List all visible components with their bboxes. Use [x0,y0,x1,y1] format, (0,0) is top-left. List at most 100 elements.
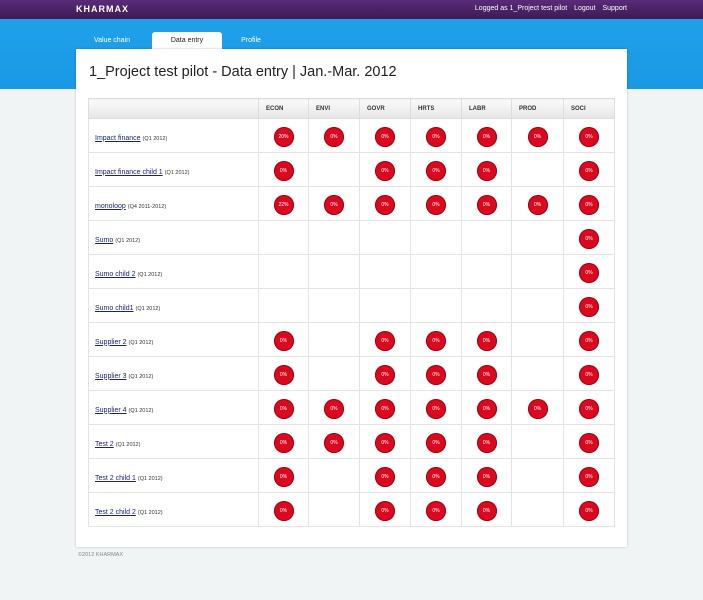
score-cell-hrts: 0% [410,458,462,493]
score-badge[interactable]: 0% [375,466,395,487]
score-badge[interactable]: 0% [476,398,497,419]
score-cell-hrts [410,254,462,289]
score-badge[interactable]: 0% [579,398,599,419]
score-badge[interactable]: 0% [579,194,599,215]
score-badge[interactable]: 0% [273,432,294,453]
score-badge[interactable]: 0% [579,330,599,351]
score-badge[interactable]: 0% [375,398,395,419]
header-econ[interactable]: ECON [258,98,309,119]
score-badge[interactable]: 0% [426,466,446,487]
project-link[interactable]: Sumo child1 [95,305,134,312]
score-cell-prod: 0% [511,186,564,221]
project-link[interactable]: Test 2 [95,441,114,448]
header-prod[interactable]: PROD [511,98,564,119]
project-link[interactable]: Impact finance child 1 [95,169,163,176]
score-cell-prod [511,220,564,255]
score-badge[interactable]: 0% [273,398,294,419]
header-govr[interactable]: GOVR [359,98,411,119]
project-link[interactable]: Sumo [95,237,113,244]
score-cell-econ [258,254,309,289]
tab-data-entry[interactable]: Data entry [152,32,222,49]
score-badge[interactable]: 0% [579,126,599,147]
score-badge[interactable]: 0% [324,432,344,453]
project-link[interactable]: Impact finance [95,135,141,142]
score-badge[interactable]: 0% [375,160,395,181]
score-badge[interactable]: 0% [476,194,497,215]
score-badge[interactable]: 0% [579,500,599,521]
score-badge[interactable]: 0% [324,398,344,419]
score-badge[interactable]: 0% [375,432,395,453]
score-badge[interactable]: 0% [527,398,548,419]
score-cell-envi [308,458,360,493]
score-cell-labr: 0% [461,458,512,493]
score-cell-hrts: 0% [410,322,462,357]
score-badge[interactable]: 0% [324,126,344,147]
score-badge[interactable]: 0% [476,466,497,487]
top-navbar: KHARMAX Logged as 1_Project test pilot L… [0,0,703,19]
project-link[interactable]: Supplier 4 [95,407,127,414]
project-link[interactable]: Supplier 3 [95,373,127,380]
score-cell-econ: 0% [258,458,309,493]
project-link[interactable]: monoloop [95,203,126,210]
project-period: (Q1 2012) [137,475,163,482]
score-cell-prod [511,356,564,391]
header-hrts[interactable]: HRTS [410,98,462,119]
score-badge[interactable]: 0% [476,330,497,351]
score-cell-govr: 0% [359,356,411,391]
score-badge[interactable]: 0% [426,126,446,147]
score-badge[interactable]: 0% [375,126,395,147]
score-badge[interactable]: 0% [426,160,446,181]
score-badge[interactable]: 20% [273,126,294,147]
tab-value-chain[interactable]: Value chain [76,32,148,49]
score-badge[interactable]: 22% [273,194,294,215]
score-badge[interactable]: 0% [579,160,599,181]
score-badge[interactable]: 0% [273,500,294,521]
score-cell-econ: 0% [258,356,309,391]
score-cell-envi: 0% [308,186,360,221]
score-badge[interactable]: 0% [426,432,446,453]
score-badge[interactable]: 0% [375,194,395,215]
score-badge[interactable]: 0% [476,126,497,147]
score-badge[interactable]: 0% [579,466,599,487]
score-badge[interactable]: 0% [375,364,395,385]
score-badge[interactable]: 0% [426,398,446,419]
score-badge[interactable]: 0% [375,330,395,351]
score-badge[interactable]: 0% [476,432,497,453]
score-badge[interactable]: 0% [375,500,395,521]
score-badge[interactable]: 0% [579,364,599,385]
score-cell-soci: 0% [563,390,615,425]
score-badge[interactable]: 0% [527,126,548,147]
score-cell-econ: 0% [258,492,309,527]
score-badge[interactable]: 0% [527,194,548,215]
project-period: (Q1 2012) [115,441,141,448]
score-badge[interactable]: 0% [476,160,497,181]
score-badge[interactable]: 0% [273,330,294,351]
header-envi[interactable]: ENVI [308,98,360,119]
score-cell-prod [511,492,564,527]
project-link[interactable]: Test 2 child 2 [95,509,136,516]
score-badge[interactable]: 0% [426,364,446,385]
score-badge[interactable]: 0% [273,364,294,385]
brand-logo[interactable]: KHARMAX [76,4,129,14]
project-link[interactable]: Supplier 2 [95,339,127,346]
score-cell-soci: 0% [563,186,615,221]
score-badge[interactable]: 0% [476,364,497,385]
score-badge[interactable]: 0% [426,500,446,521]
score-badge[interactable]: 0% [273,160,294,181]
score-badge[interactable]: 0% [579,228,599,249]
logout-link[interactable]: Logout [574,5,595,12]
score-badge[interactable]: 0% [426,330,446,351]
support-link[interactable]: Support [602,5,627,12]
score-badge[interactable]: 0% [476,500,497,521]
score-badge[interactable]: 0% [324,194,344,215]
score-badge[interactable]: 0% [579,432,599,453]
header-soci[interactable]: SOCI [563,98,615,119]
tab-profile[interactable]: Profile [226,32,276,49]
score-badge[interactable]: 0% [426,194,446,215]
score-badge[interactable]: 0% [579,262,599,283]
project-link[interactable]: Sumo child 2 [95,271,135,278]
score-badge[interactable]: 0% [273,466,294,487]
score-badge[interactable]: 0% [579,296,599,317]
header-labr[interactable]: LABR [461,98,512,119]
project-link[interactable]: Test 2 child 1 [95,475,136,482]
